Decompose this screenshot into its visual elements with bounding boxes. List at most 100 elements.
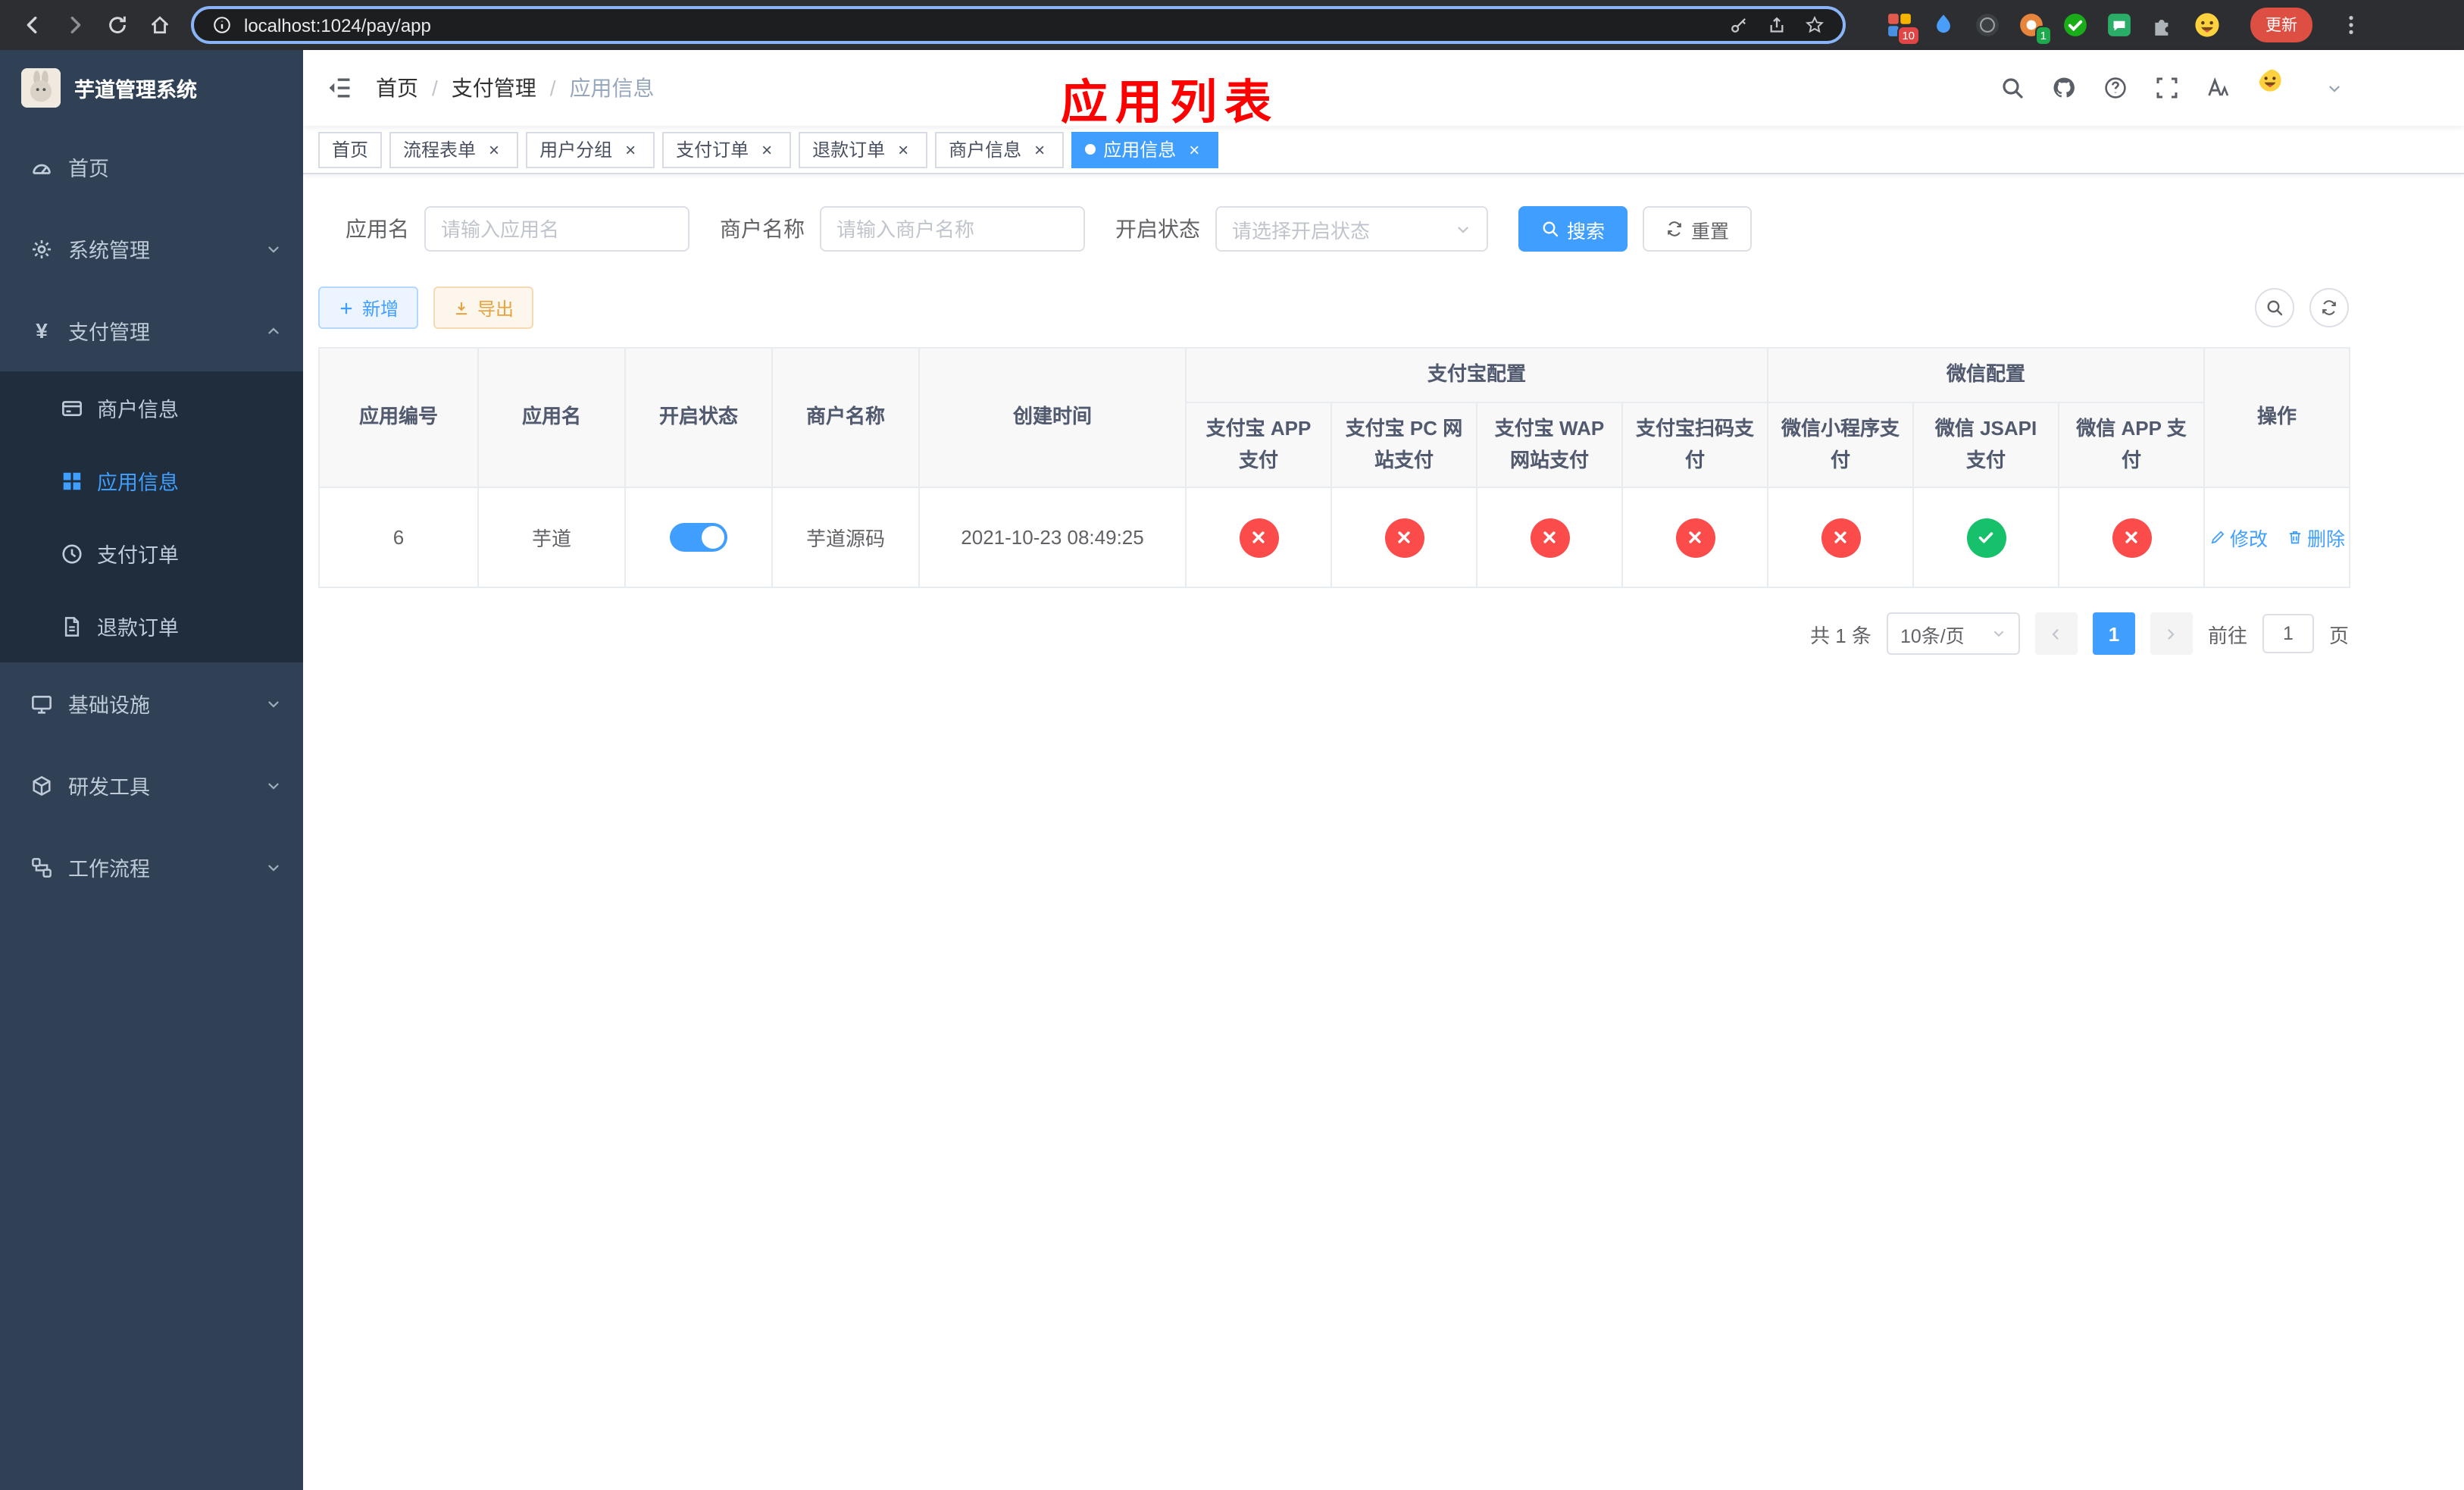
extensions-puzzle-icon[interactable] bbox=[2149, 11, 2176, 39]
profile-avatar[interactable] bbox=[2193, 11, 2220, 39]
dashboard-icon bbox=[30, 155, 53, 178]
sidebar-item-system[interactable]: 系统管理 bbox=[0, 208, 303, 290]
breadcrumb: 首页 / 支付管理 / 应用信息 bbox=[376, 73, 655, 103]
app-logo-row[interactable]: 芋道管理系统 bbox=[0, 50, 303, 126]
browser-menu-icon[interactable] bbox=[2334, 8, 2367, 42]
help-icon[interactable] bbox=[2103, 76, 2128, 100]
breadcrumb-payment[interactable]: 支付管理 bbox=[452, 73, 536, 103]
prev-page-button[interactable] bbox=[2034, 612, 2078, 655]
sidebar-item-app-info[interactable]: 应用信息 bbox=[0, 444, 303, 517]
merchant-name-input[interactable] bbox=[820, 206, 1085, 252]
cell-merchant: 芋道源码 bbox=[771, 487, 920, 588]
reset-button[interactable]: 重置 bbox=[1643, 206, 1753, 252]
tab-merchant-info[interactable]: 商户信息 × bbox=[935, 131, 1065, 167]
sidebar-item-pay-order[interactable]: 支付订单 bbox=[0, 517, 303, 590]
page-size-select[interactable]: 10条/页 bbox=[1886, 612, 2020, 655]
share-icon[interactable] bbox=[1767, 15, 1787, 35]
extension-grid-icon[interactable]: 10 bbox=[1885, 11, 1920, 45]
col-merchant: 商户名称 bbox=[771, 347, 920, 488]
wechat-mini-status-icon bbox=[1821, 518, 1861, 557]
close-icon[interactable]: × bbox=[483, 139, 505, 160]
close-icon[interactable]: × bbox=[756, 139, 777, 160]
download-icon bbox=[453, 299, 470, 316]
browser-forward-icon[interactable] bbox=[58, 8, 91, 42]
password-key-icon[interactable] bbox=[1729, 15, 1749, 35]
edit-icon bbox=[2209, 529, 2225, 546]
browser-back-icon[interactable] bbox=[15, 8, 48, 42]
wechat-jsapi-status-icon bbox=[1966, 518, 2006, 557]
sidebar-submenu-payment: 商户信息 应用信息 支付订单 退款订单 bbox=[0, 371, 303, 662]
gear-icon bbox=[30, 237, 53, 260]
text-size-icon[interactable] bbox=[2206, 76, 2231, 100]
bookmark-star-icon[interactable] bbox=[1805, 15, 1825, 35]
delete-button[interactable]: 删除 bbox=[2286, 523, 2345, 552]
github-icon[interactable] bbox=[2052, 76, 2076, 100]
trash-icon bbox=[2286, 529, 2303, 546]
cell-created-at: 2021-10-23 08:49:25 bbox=[918, 487, 1187, 588]
page-unit-label: 页 bbox=[2328, 624, 2349, 646]
page-number-1[interactable]: 1 bbox=[2092, 612, 2135, 655]
sidebar-item-infra[interactable]: 基础设施 bbox=[0, 662, 303, 744]
sidebar-item-home[interactable]: 首页 bbox=[0, 126, 303, 208]
tab-pay-order[interactable]: 支付订单 × bbox=[662, 131, 792, 167]
status-select[interactable]: 请选择开启状态 bbox=[1215, 206, 1488, 252]
extension-chat-icon[interactable] bbox=[2105, 11, 2132, 39]
close-icon[interactable]: × bbox=[1029, 139, 1050, 160]
breadcrumb-separator: / bbox=[549, 76, 556, 100]
col-alipay-app: 支付宝 APP 支付 bbox=[1185, 402, 1332, 488]
fullscreen-icon[interactable] bbox=[2155, 76, 2179, 100]
status-toggle[interactable] bbox=[670, 523, 727, 552]
chrome-update-button[interactable]: 更新 bbox=[2250, 8, 2312, 42]
export-button[interactable]: 导出 bbox=[433, 286, 534, 329]
caret-down-icon[interactable] bbox=[2326, 80, 2343, 96]
search-icon[interactable] bbox=[2000, 76, 2025, 100]
add-button[interactable]: 新增 bbox=[318, 286, 419, 329]
sidebar-fold-icon[interactable] bbox=[303, 50, 376, 126]
col-alipay-pc: 支付宝 PC 网站支付 bbox=[1330, 402, 1477, 488]
extension-wechat-dev-icon[interactable] bbox=[2061, 11, 2088, 39]
app-name-input[interactable] bbox=[424, 206, 689, 252]
site-info-icon[interactable] bbox=[212, 15, 232, 35]
page-annotation-title: 应用列表 bbox=[1061, 76, 1279, 129]
tab-app-info[interactable]: 应用信息 × bbox=[1071, 131, 1219, 167]
close-icon[interactable]: × bbox=[620, 139, 641, 160]
navbar: 首页 / 支付管理 / 应用信息 bbox=[303, 50, 2464, 126]
next-page-button[interactable] bbox=[2150, 612, 2193, 655]
search-icon bbox=[2265, 299, 2284, 317]
close-icon[interactable]: × bbox=[893, 139, 914, 160]
browser-home-icon[interactable] bbox=[142, 8, 176, 42]
sidebar-item-refund-order[interactable]: 退款订单 bbox=[0, 590, 303, 662]
col-wechat-jsapi: 微信 JSAPI 支付 bbox=[1912, 402, 2060, 488]
col-status: 开启状态 bbox=[624, 347, 773, 488]
col-wechat-app: 微信 APP 支付 bbox=[2058, 402, 2206, 488]
chevron-down-icon bbox=[265, 859, 282, 875]
tab-home[interactable]: 首页 bbox=[318, 131, 383, 167]
sidebar-item-merchant-info[interactable]: 商户信息 bbox=[0, 371, 303, 444]
app-logo bbox=[21, 68, 61, 108]
close-icon[interactable]: × bbox=[1184, 139, 1205, 160]
alipay-pc-status-icon bbox=[1384, 518, 1424, 557]
extension-translate-icon[interactable]: 1 bbox=[2017, 11, 2052, 45]
edit-button[interactable]: 修改 bbox=[2209, 523, 2268, 552]
cell-app-name: 芋道 bbox=[477, 487, 626, 588]
goto-page-input[interactable] bbox=[2262, 614, 2314, 653]
tab-user-group[interactable]: 用户分组 × bbox=[526, 131, 655, 167]
refresh-table-button[interactable] bbox=[2309, 288, 2349, 327]
tab-process-form[interactable]: 流程表单 × bbox=[389, 131, 519, 167]
url-text[interactable]: localhost:1024/pay/app bbox=[244, 14, 431, 36]
goto-label: 前往 bbox=[2207, 624, 2247, 646]
tab-refund-order[interactable]: 退款订单 × bbox=[799, 131, 928, 167]
browser-reload-icon[interactable] bbox=[100, 8, 133, 42]
extension-drop-icon[interactable] bbox=[1929, 11, 1956, 39]
address-bar[interactable]: localhost:1024/pay/app bbox=[191, 6, 1846, 44]
search-button[interactable]: 搜索 bbox=[1518, 206, 1628, 252]
user-avatar[interactable] bbox=[2258, 67, 2299, 108]
sidebar-item-workflow[interactable]: 工作流程 bbox=[0, 826, 303, 908]
col-app-id: 应用编号 bbox=[318, 347, 479, 488]
toggle-search-button[interactable] bbox=[2255, 288, 2294, 327]
extension-globe-icon[interactable] bbox=[1973, 11, 2000, 39]
plus-icon bbox=[338, 299, 355, 316]
sidebar-item-dev-tools[interactable]: 研发工具 bbox=[0, 744, 303, 826]
breadcrumb-home[interactable]: 首页 bbox=[376, 73, 418, 103]
sidebar-item-payment[interactable]: ¥ 支付管理 bbox=[0, 290, 303, 371]
